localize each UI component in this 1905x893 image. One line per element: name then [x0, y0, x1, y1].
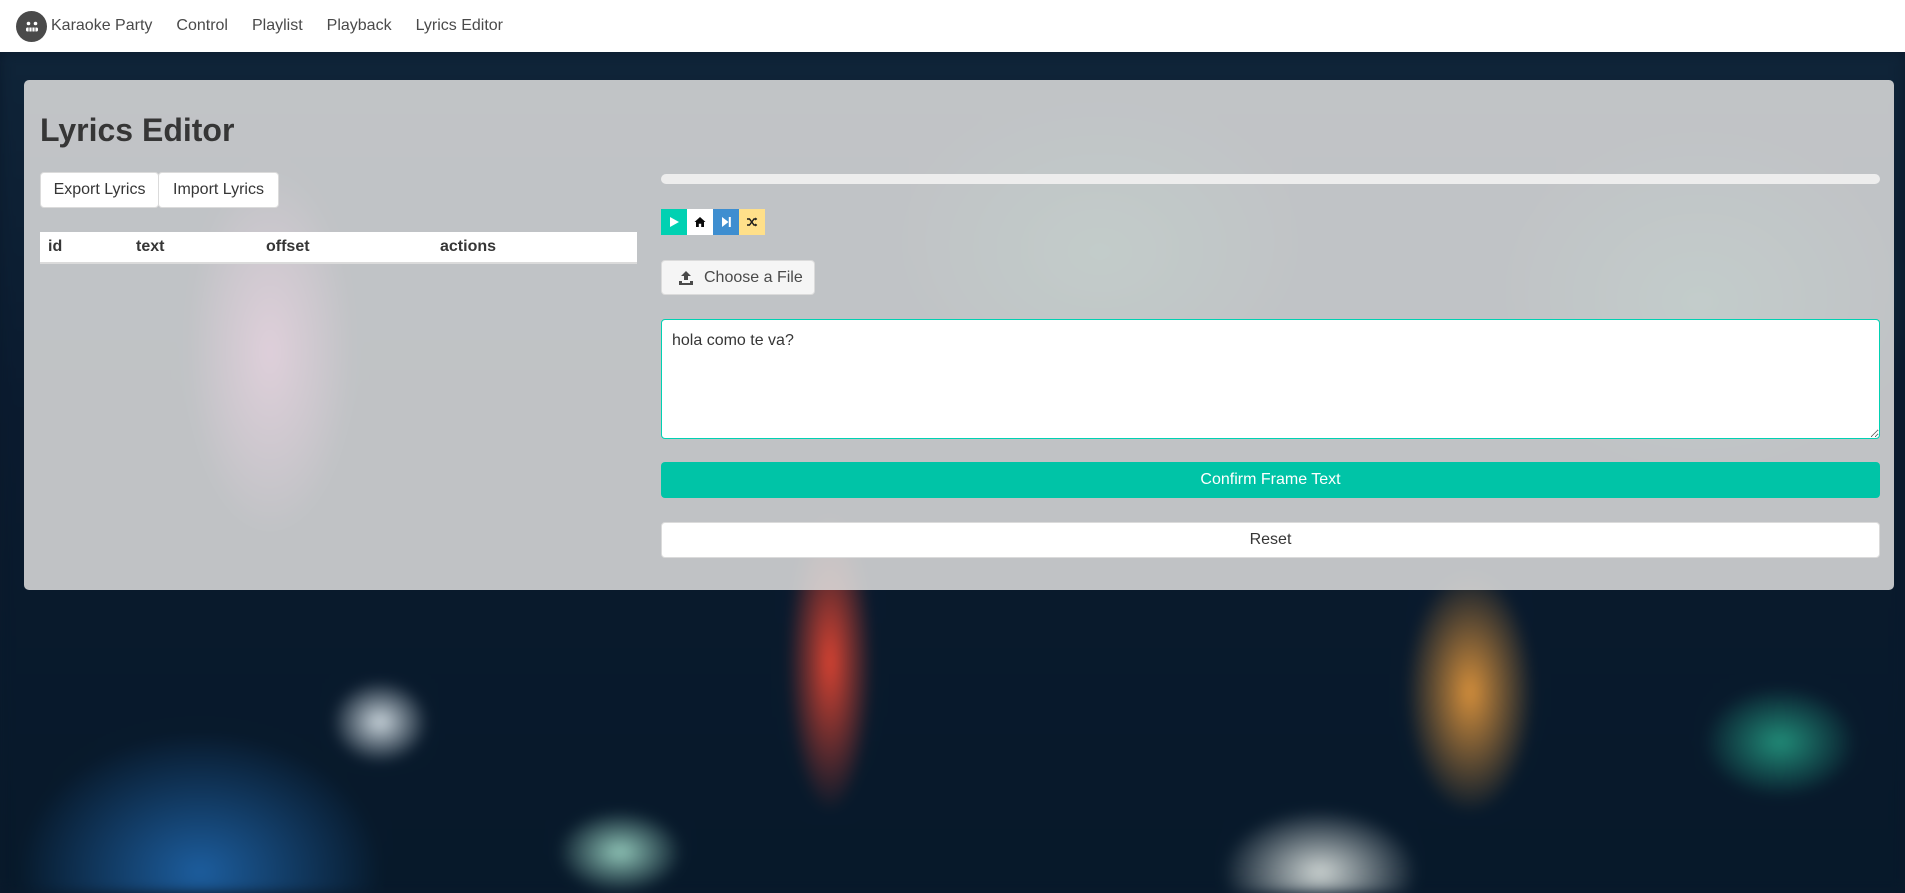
nav-playback[interactable]: Playback — [315, 0, 404, 52]
page-title: Lyrics Editor — [40, 112, 235, 148]
brand-label: Karaoke Party — [51, 17, 153, 34]
upload-icon — [679, 270, 693, 285]
playback-progress-bar[interactable] — [661, 174, 1880, 184]
reset-button[interactable]: Reset — [661, 522, 1880, 558]
table-header-row: id text offset actions — [40, 232, 637, 264]
column-header-actions: actions — [432, 232, 637, 264]
frame-text-input[interactable]: hola como te va? — [661, 319, 1880, 439]
nav-control[interactable]: Control — [164, 0, 240, 52]
play-button[interactable] — [661, 209, 687, 235]
step-forward-button[interactable] — [713, 209, 739, 235]
nav-lyrics-editor[interactable]: Lyrics Editor — [404, 0, 515, 52]
shuffle-icon — [747, 217, 758, 227]
import-lyrics-button[interactable]: Import Lyrics — [158, 172, 279, 208]
home-button[interactable] — [687, 209, 713, 235]
play-icon — [670, 217, 679, 227]
brand[interactable]: Karaoke Party — [0, 0, 164, 52]
export-lyrics-button[interactable]: Export Lyrics — [40, 172, 159, 208]
home-icon — [694, 217, 706, 227]
confirm-frame-text-button[interactable]: Confirm Frame Text — [661, 462, 1880, 498]
column-header-text: text — [128, 232, 258, 264]
shuffle-button[interactable] — [739, 209, 765, 235]
navbar: Karaoke Party Control Playlist Playback … — [0, 0, 1905, 52]
column-header-id: id — [40, 232, 128, 264]
column-header-offset: offset — [258, 232, 432, 264]
lyrics-editor-panel: Lyrics Editor Export Lyrics Import Lyric… — [24, 80, 1894, 590]
grin-icon — [16, 10, 47, 42]
step-forward-icon — [722, 217, 731, 227]
transport-controls — [661, 209, 765, 235]
lyrics-table: id text offset actions — [40, 232, 637, 264]
choose-file-button[interactable]: Choose a File — [661, 260, 815, 295]
choose-file-label: Choose a File — [704, 268, 803, 286]
nav-playlist[interactable]: Playlist — [240, 0, 315, 52]
